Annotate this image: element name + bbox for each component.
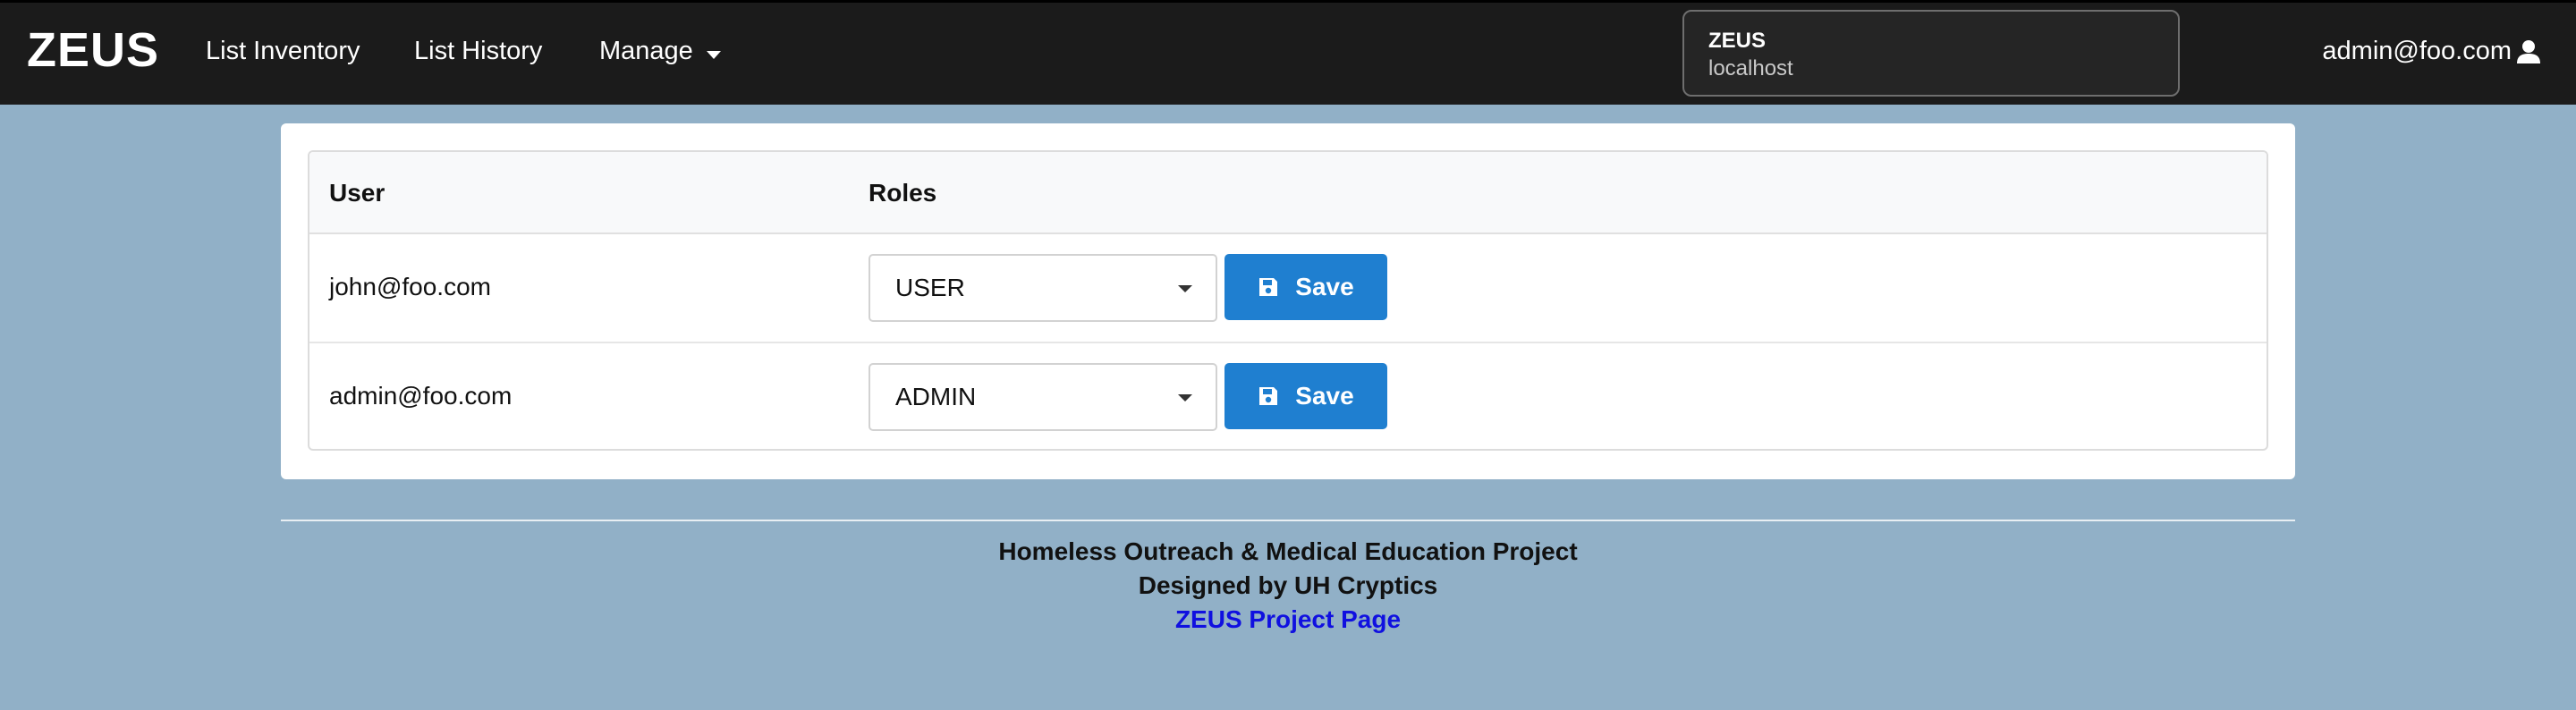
column-header-user: User — [329, 179, 386, 207]
tooltip-title: ZEUS — [1708, 29, 1767, 53]
role-select[interactable]: USER — [869, 254, 1217, 322]
footer-project-name: Homeless Outreach & Medical Education Pr… — [998, 537, 1578, 565]
save-button[interactable]: Save — [1224, 254, 1387, 320]
table-header: User Roles — [309, 152, 2267, 234]
nav-manage-dropdown[interactable]: Manage — [599, 37, 693, 66]
nav-list-history[interactable]: List History — [414, 37, 542, 66]
role-select-value[interactable]: ADMIN — [895, 383, 976, 411]
table-row: admin@foo.com ADMIN Save — [309, 343, 2267, 449]
column-header-roles: Roles — [869, 179, 937, 207]
floppy-disk-icon[interactable] — [1258, 276, 1279, 298]
user-email-cell: john@foo.com — [329, 273, 491, 300]
nav-list-inventory[interactable]: List Inventory — [206, 37, 360, 66]
user-menu[interactable]: admin@foo.com — [2322, 37, 2542, 66]
user-email[interactable]: admin@foo.com — [2322, 37, 2512, 66]
user-email-cell: admin@foo.com — [329, 382, 513, 410]
role-select[interactable]: ADMIN — [869, 363, 1217, 431]
user-icon[interactable] — [2515, 38, 2542, 65]
top-navbar: ZEUS List Inventory List History Manage … — [0, 0, 2576, 105]
role-select-value[interactable]: USER — [895, 274, 965, 302]
table-row: john@foo.com USER Save — [309, 234, 2267, 343]
chevron-down-icon[interactable] — [1178, 394, 1192, 401]
tooltip-subtitle: localhost — [1708, 56, 1793, 80]
footer-credits: Designed by UH Cryptics — [1138, 571, 1438, 599]
footer-divider — [281, 520, 2295, 521]
chevron-down-icon[interactable] — [1178, 285, 1192, 292]
floppy-disk-icon[interactable] — [1258, 385, 1279, 407]
save-button-label[interactable]: Save — [1295, 273, 1353, 301]
host-tooltip: ZEUS localhost — [1682, 10, 2180, 97]
save-button[interactable]: Save — [1224, 363, 1387, 429]
brand-logo[interactable]: ZEUS — [27, 22, 159, 78]
footer-project-link[interactable]: ZEUS Project Page — [0, 605, 2576, 634]
roles-card: User Roles john@foo.com USER Save admin@… — [281, 123, 2295, 479]
save-button-label[interactable]: Save — [1295, 382, 1353, 410]
user-roles-table: User Roles john@foo.com USER Save admin@… — [308, 150, 2268, 451]
caret-down-icon[interactable] — [707, 51, 721, 59]
